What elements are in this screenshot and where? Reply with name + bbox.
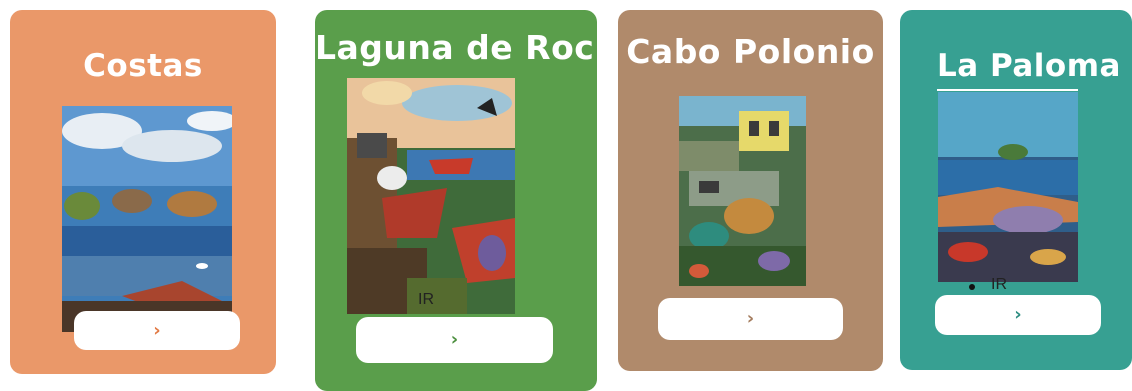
painting-la-paloma-image — [938, 92, 1078, 282]
card-title: Cabo Polonio — [626, 32, 875, 71]
painting-costas-image — [62, 106, 232, 332]
go-button[interactable]: › — [356, 317, 553, 363]
chevron-right-icon: › — [1014, 304, 1022, 325]
card-cabo-polonio: Cabo Polonio › — [618, 10, 883, 371]
ir-link[interactable]: IR — [418, 291, 434, 309]
card-laguna-de-rocha: Laguna de Rocha IR › — [315, 10, 642, 391]
card-title: Laguna de Rocha — [315, 28, 642, 67]
chevron-right-icon: › — [450, 329, 459, 350]
list-bullet-icon — [969, 284, 975, 290]
chevron-right-icon: › — [153, 319, 161, 341]
go-button[interactable]: › — [935, 295, 1101, 335]
painting-cabo-polonio-image — [679, 96, 806, 286]
ir-link[interactable]: IR — [991, 276, 1007, 294]
card-title: La Paloma — [937, 48, 1121, 84]
card-title: Costas — [83, 48, 203, 84]
card-la-paloma: La Paloma IR › — [900, 10, 1132, 370]
painting-laguna-image — [347, 78, 515, 314]
title-underline — [937, 89, 1078, 91]
chevron-right-icon: › — [746, 308, 755, 329]
go-button[interactable]: › — [658, 298, 843, 340]
card-costas: Costas › — [10, 10, 276, 374]
go-button[interactable]: › — [74, 311, 240, 350]
